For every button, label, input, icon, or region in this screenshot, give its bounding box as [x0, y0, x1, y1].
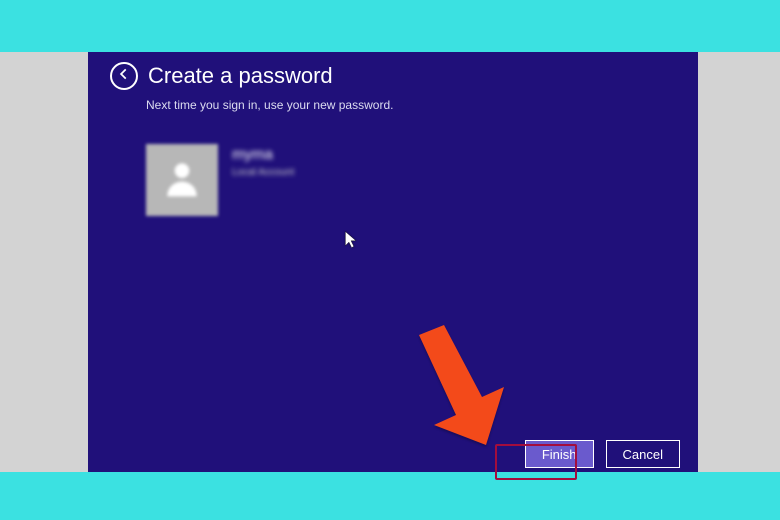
create-password-window: Create a password Next time you sign in,… — [88, 52, 698, 472]
page-title: Create a password — [148, 63, 333, 89]
cancel-button[interactable]: Cancel — [606, 440, 680, 468]
back-arrow-icon — [117, 67, 131, 86]
window-header: Create a password — [88, 52, 698, 90]
user-name: myma — [232, 146, 294, 163]
user-type: Local Account — [232, 167, 294, 178]
decorative-bottom-band — [0, 472, 780, 520]
user-silhouette-icon — [160, 156, 204, 205]
cancel-button-label: Cancel — [623, 447, 663, 462]
page-subtitle: Next time you sign in, use your new pass… — [88, 90, 698, 112]
avatar — [146, 144, 218, 216]
back-button[interactable] — [110, 62, 138, 90]
user-block: myma Local Account — [88, 112, 698, 216]
finish-button[interactable]: Finish — [525, 440, 594, 468]
button-row: Finish Cancel — [525, 440, 680, 468]
decorative-top-band — [0, 0, 780, 52]
user-text: myma Local Account — [232, 146, 294, 178]
finish-button-label: Finish — [542, 447, 577, 462]
